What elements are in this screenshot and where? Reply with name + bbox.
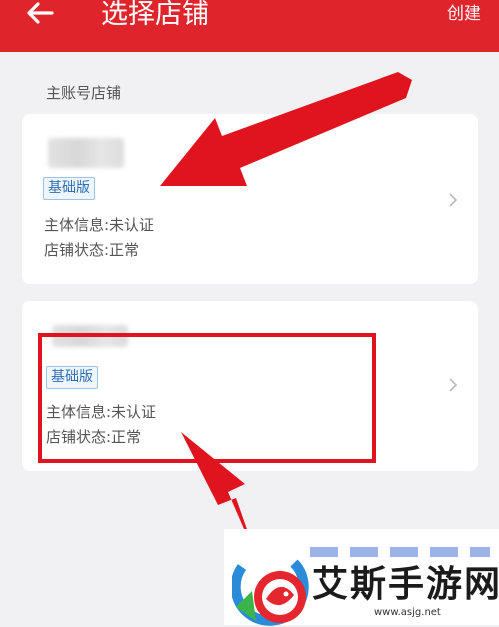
- watermark-text: 艾斯手游网: [312, 563, 499, 605]
- watermark-url: www.asjg.net: [374, 607, 441, 618]
- watermark: 艾斯手游网 www.asjg.net: [224, 529, 499, 626]
- annotation-arrow-top: [160, 72, 412, 186]
- watermark-logo-icon: [232, 559, 309, 626]
